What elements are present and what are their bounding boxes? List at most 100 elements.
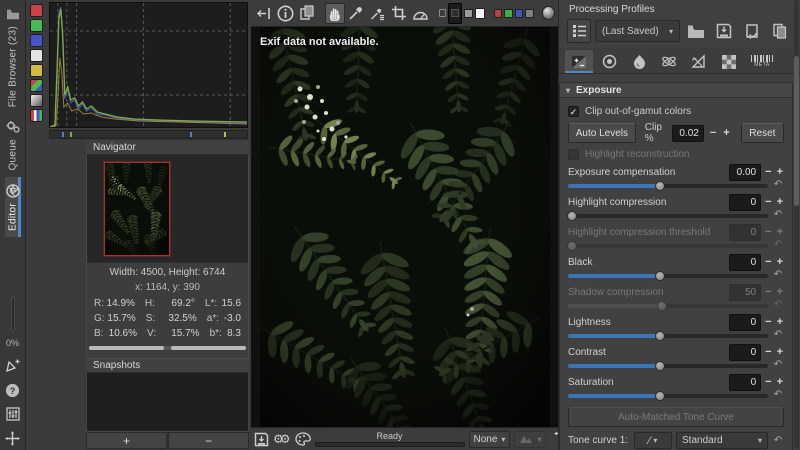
highlight-reconstruction-row[interactable]: Highlight reconstruction (568, 148, 784, 161)
color-picker-icon[interactable] (347, 3, 366, 24)
slider-track[interactable] (568, 180, 768, 191)
clip-percent-value[interactable]: 0.02 (671, 124, 704, 142)
reset-curve-icon[interactable]: ↶ (772, 435, 784, 446)
decrement-button[interactable]: − (764, 346, 772, 358)
tab-transform[interactable] (685, 50, 713, 73)
slider-value[interactable]: 0.00 (729, 163, 762, 181)
profile-fill-mode-button[interactable] (567, 19, 591, 43)
slider-knob[interactable] (655, 180, 665, 191)
hide-left-panel-icon[interactable] (254, 3, 273, 24)
navigator-header[interactable]: Navigator (86, 141, 249, 155)
checkbox-checked[interactable]: ✓ (568, 105, 579, 117)
filmstrip-zoom-slider[interactable] (10, 296, 15, 332)
copy-profile-icon[interactable] (768, 19, 792, 43)
slider-value[interactable]: 0 (729, 313, 762, 331)
increment-button[interactable]: + (776, 196, 784, 208)
clip-increment-button[interactable]: + (722, 127, 730, 139)
slider-knob[interactable] (567, 210, 577, 221)
tab-raw[interactable] (715, 50, 743, 73)
add-snapshot-button[interactable]: + (86, 432, 167, 449)
decrement-button[interactable]: − (764, 256, 772, 268)
show-hide-panels-icon[interactable] (3, 404, 23, 424)
slider-value[interactable]: 0 (729, 253, 762, 271)
detach-panel-icon[interactable] (3, 356, 23, 376)
lockable-picker-icon[interactable] (368, 3, 387, 24)
decrement-button[interactable]: − (764, 196, 772, 208)
save-profile-icon[interactable] (712, 19, 736, 43)
reset-slider-icon[interactable]: ↶ (772, 330, 784, 340)
reset-slider-icon[interactable]: ↶ (772, 360, 784, 370)
clip-decrement-button[interactable]: − (709, 127, 717, 139)
send-to-editor-icon[interactable] (295, 430, 311, 448)
tab-color[interactable] (625, 50, 653, 73)
navigator-scrollbar[interactable] (89, 346, 246, 350)
zoom-fit-select[interactable]: None ▾ (468, 430, 511, 448)
slider-knob[interactable] (655, 390, 665, 401)
histogram-luminosity-toggle[interactable] (30, 49, 43, 62)
histogram-red-toggle[interactable] (30, 4, 43, 17)
decrement-button[interactable]: − (764, 376, 772, 388)
increment-button[interactable]: + (776, 346, 784, 358)
background-color-gray-button[interactable] (464, 8, 473, 18)
histogram-green-toggle[interactable] (30, 19, 43, 32)
scrollbar-thumb[interactable] (170, 346, 246, 350)
increment-button[interactable]: + (776, 316, 784, 328)
histogram-chromaticity-toggle[interactable] (30, 64, 43, 77)
scrollbar-thumb[interactable] (794, 56, 799, 206)
reset-slider-icon[interactable]: ↶ (772, 390, 784, 400)
slider-value[interactable]: 0 (729, 373, 762, 391)
profile-select[interactable]: (Last Saved) ▾ (595, 20, 680, 42)
decrement-button[interactable]: − (764, 316, 772, 328)
decrement-button[interactable]: − (764, 166, 772, 178)
auto-matched-tone-curve-button[interactable]: Auto-Matched Tone Curve (568, 407, 784, 427)
save-image-icon[interactable] (254, 430, 269, 448)
add-to-queue-icon[interactable]: ⚙⚙ (273, 430, 291, 448)
tab-exposure[interactable] (565, 50, 593, 73)
histogram-plot[interactable] (49, 2, 248, 128)
snapshots-header[interactable]: Snapshots (86, 359, 249, 373)
slider-track[interactable] (568, 270, 768, 281)
slider-track[interactable] (568, 330, 768, 341)
slider-value[interactable]: 0 (729, 343, 762, 361)
crop-tool-icon[interactable] (389, 3, 408, 24)
histogram-blue-toggle[interactable] (30, 34, 43, 47)
increment-button[interactable]: + (776, 256, 784, 268)
exposure-section-header[interactable]: ▾ Exposure (559, 82, 793, 98)
paste-profile-icon[interactable] (740, 19, 764, 43)
slider-track[interactable] (568, 360, 768, 371)
histogram-rgb-indicator-toggle[interactable] (30, 109, 43, 122)
background-color-theme-button[interactable] (438, 9, 447, 17)
reset-slider-icon[interactable]: ↶ (772, 210, 784, 220)
navigator-preview-area[interactable] (87, 155, 248, 263)
increment-button[interactable]: + (776, 376, 784, 388)
image-canvas[interactable]: Exif data not available. (251, 27, 558, 427)
tab-editor[interactable]: Editor (4, 176, 21, 237)
background-color-white-button[interactable] (474, 7, 486, 19)
image-info-icon[interactable] (275, 3, 294, 24)
tab-advanced[interactable] (655, 50, 683, 73)
tone-curve-1-mode-select[interactable]: Standard ▾ (676, 432, 768, 449)
output-profile-select[interactable]: ▾ (514, 430, 547, 448)
slider-track[interactable] (567, 210, 768, 221)
reset-slider-icon[interactable]: ↶ (772, 270, 784, 280)
tab-detail[interactable] (595, 50, 623, 73)
slider-knob[interactable] (655, 270, 665, 281)
auto-levels-button[interactable]: Auto Levels (568, 123, 636, 143)
luminosity-preview-button[interactable] (525, 8, 534, 18)
tab-queue[interactable]: Queue (5, 113, 21, 177)
help-icon[interactable]: ? (3, 380, 23, 400)
right-panel-scrollbar[interactable] (794, 0, 799, 449)
green-channel-preview-button[interactable] (504, 8, 513, 18)
straighten-tool-icon[interactable] (411, 3, 430, 24)
reset-button[interactable]: Reset (740, 123, 784, 143)
slider-knob[interactable] (655, 330, 665, 341)
navigator-thumbnail[interactable] (103, 161, 171, 257)
checkbox-unchecked[interactable] (568, 149, 579, 160)
increment-button[interactable]: + (776, 166, 784, 178)
move-pan-icon[interactable] (3, 428, 23, 448)
reset-slider-icon[interactable]: ↶ (772, 180, 784, 190)
histogram-raw-toggle[interactable] (30, 79, 43, 92)
photo-foliage[interactable] (260, 27, 550, 427)
clip-out-of-gamut-row[interactable]: ✓ Clip out-of-gamut colors (568, 103, 784, 119)
slider-value[interactable]: 0 (729, 193, 762, 211)
